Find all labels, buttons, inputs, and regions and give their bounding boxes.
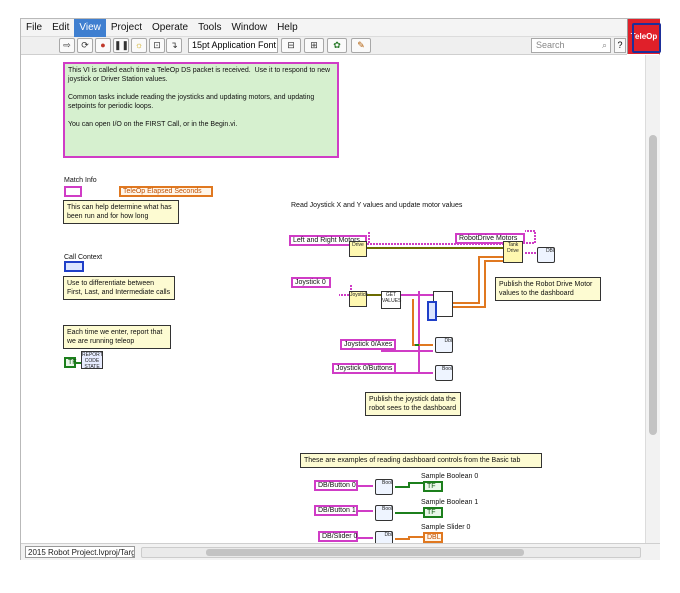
- font-selector[interactable]: 15pt Application Font: [188, 38, 278, 53]
- match-info-note: This can help determine what has been ru…: [63, 200, 179, 224]
- dashboard-read-bool1-vi[interactable]: Bool: [375, 505, 393, 521]
- context-help-button[interactable]: ?: [614, 38, 626, 53]
- joystick0-buttons-control[interactable]: Joystick 0/Buttons: [332, 363, 396, 374]
- search-icon: ⌕: [601, 40, 607, 50]
- vertical-scrollbar[interactable]: [645, 55, 660, 543]
- retain-wire-values-icon[interactable]: ⊡: [149, 38, 165, 53]
- dashboard-write-buttons-vi[interactable]: Bool: [435, 365, 453, 381]
- sample-slider0-indicator[interactable]: DBL: [423, 532, 443, 543]
- sample-bool0-indicator[interactable]: TF: [423, 481, 443, 492]
- run-continuously-icon[interactable]: ⟳: [77, 38, 93, 53]
- menu-view[interactable]: View: [74, 19, 106, 37]
- joystick0-control[interactable]: Joystick 0: [291, 277, 331, 288]
- match-info-terminal[interactable]: [64, 186, 82, 197]
- menu-help[interactable]: Help: [272, 19, 303, 37]
- vertical-scroll-thumb[interactable]: [649, 135, 657, 435]
- sample-slider0-label: Sample Slider 0: [421, 524, 471, 531]
- vi-icon[interactable]: TeleOp: [627, 19, 661, 54]
- pause-icon[interactable]: ❚❚: [113, 38, 129, 53]
- search-input[interactable]: Search ⌕: [531, 38, 611, 53]
- call-context-label: Call Context: [64, 254, 103, 261]
- sample-bool1-indicator[interactable]: TF: [423, 507, 443, 518]
- db-button1-control[interactable]: DB/Button 1: [314, 505, 358, 516]
- highlight-execution-icon[interactable]: ☼: [131, 38, 147, 53]
- intro-comment: This VI is called each time a TeleOp DS …: [63, 62, 339, 158]
- joystick-header-comment: Read Joystick X and Y values and update …: [291, 202, 463, 209]
- tank-drive-vi[interactable]: Tank Drive: [503, 241, 523, 263]
- labview-block-diagram-window: File Edit View Project Operate Tools Window Hel…: [20, 18, 661, 560]
- block-diagram-canvas[interactable]: This VI is called each time a TeleOp DS …: [21, 55, 645, 543]
- abort-icon[interactable]: ●: [95, 38, 111, 53]
- wire-bool0: [395, 482, 423, 488]
- teleop-elapsed-indicator[interactable]: TeleOp Elapsed Seconds: [119, 186, 213, 197]
- project-path-label[interactable]: 2015 Robot Project.lvproj/Target: [25, 546, 135, 558]
- resize-objects-icon[interactable]: ✿: [327, 38, 347, 53]
- dashboard-read-slider0-vi[interactable]: Dbl: [375, 531, 393, 543]
- report-constant[interactable]: TF: [64, 357, 77, 368]
- menu-window[interactable]: Window: [226, 19, 272, 37]
- call-context-note: Use to differentiate between First, Last…: [63, 276, 175, 300]
- drive-open-vi[interactable]: Drive: [349, 241, 367, 257]
- db-slider0-control[interactable]: DB/Slider 0: [318, 531, 358, 542]
- distribute-objects-icon[interactable]: ⊞: [304, 38, 324, 53]
- dashboard-read-bool0-vi[interactable]: Bool: [375, 479, 393, 495]
- report-code-state-vi[interactable]: REPORT CODE STATE: [81, 351, 103, 370]
- dashboard-header-comment: These are examples of reading dashboard …: [300, 453, 542, 468]
- sample-bool1-label: Sample Boolean 1: [421, 499, 479, 506]
- step-into-icon[interactable]: ↴: [166, 38, 182, 53]
- menu-operate[interactable]: Operate: [147, 19, 193, 37]
- axis-index-constant[interactable]: [427, 301, 437, 321]
- menu-project[interactable]: Project: [106, 19, 147, 37]
- toolbar: ⇨ ⟳ ● ❚❚ ☼ ⊡ ↴ 15pt Application Font ⊟ ⊞…: [21, 37, 627, 55]
- joystick0-axes-control[interactable]: Joystick 0/Axes: [340, 339, 396, 350]
- publish-joystick-note: Publish the joystick data the robot sees…: [365, 392, 461, 416]
- dashboard-write-drive-vi[interactable]: DBl: [537, 247, 555, 263]
- search-placeholder: Search: [536, 40, 565, 50]
- call-context-terminal[interactable]: [64, 261, 84, 272]
- publish-drive-note: Publish the Robot Drive Motor values to …: [495, 277, 601, 301]
- wire-slider0: [395, 536, 423, 540]
- joystick-open-vi[interactable]: Joystick: [349, 291, 368, 307]
- joystick-get-values-vi[interactable]: GET VALUES: [381, 291, 401, 309]
- menu-tools[interactable]: Tools: [193, 19, 226, 37]
- report-note: Each time we enter, report that we are r…: [63, 325, 171, 349]
- menu-bar: File Edit View Project Operate Tools Window Hel…: [21, 19, 627, 37]
- menu-edit[interactable]: Edit: [47, 19, 74, 37]
- menu-file[interactable]: File: [21, 19, 47, 37]
- db-button0-control[interactable]: DB/Button 0: [314, 480, 358, 491]
- dashboard-write-axes-vi[interactable]: Dbl: [435, 337, 453, 353]
- status-bar: 2015 Robot Project.lvproj/Target: [21, 543, 660, 560]
- clean-up-diagram-icon[interactable]: ✎: [351, 38, 371, 53]
- horizontal-scrollbar[interactable]: [141, 547, 641, 558]
- horizontal-scroll-thumb[interactable]: [206, 549, 524, 556]
- match-info-label: Match Info: [64, 177, 97, 184]
- sample-bool0-label: Sample Boolean 0: [421, 473, 479, 480]
- run-arrow-icon[interactable]: ⇨: [59, 38, 75, 53]
- align-objects-icon[interactable]: ⊟: [281, 38, 301, 53]
